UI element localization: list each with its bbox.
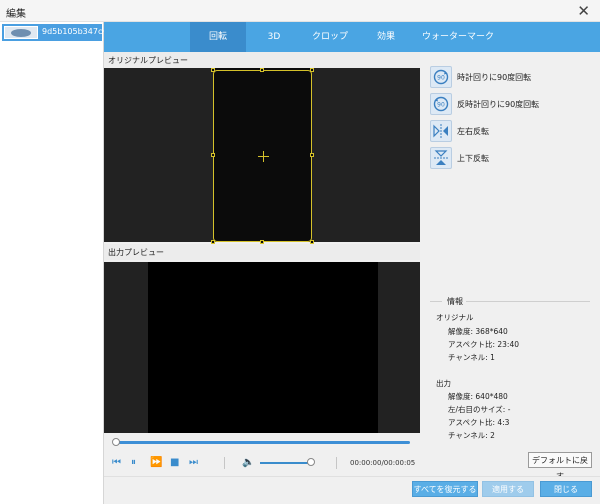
title-bar: 編集 ✕ <box>0 0 600 22</box>
crop-handle[interactable] <box>211 68 215 72</box>
original-info-title: オリジナル <box>436 313 474 322</box>
rotate-clockwise-label: 時計回りに90度回転 <box>457 73 532 82</box>
rotate-clockwise-button[interactable]: 90 時計回りに90度回転 <box>430 66 590 88</box>
file-list-item[interactable]: 9d5b105b347c··· <box>2 24 110 41</box>
info-section-header: 情報 <box>430 296 590 307</box>
volume-icon[interactable]: 🔈 <box>242 457 254 469</box>
player-controls: ⏮ ⏸ ⏩ ■ ⏭ 🔈 00:00:00/00:00:05 <box>104 451 420 475</box>
original-resolution: 解像度: 368*640 <box>448 327 508 336</box>
info-heading: 情報 <box>444 296 466 307</box>
flip-horizontal-icon <box>430 120 452 142</box>
crop-handle[interactable] <box>310 68 314 72</box>
rotate-counterclockwise-button[interactable]: 90 反時計回りに90度回転 <box>430 93 590 115</box>
file-name: 9d5b105b347c··· <box>42 27 110 36</box>
window-title: 編集 <box>6 9 26 20</box>
skip-forward-icon[interactable]: ⏭ <box>189 457 198 469</box>
restore-all-button[interactable]: すべてを復元する <box>412 481 478 497</box>
tab-3d[interactable]: 3D <box>246 22 302 52</box>
rotate-clockwise-icon: 90 <box>430 66 452 88</box>
right-panel: 90 時計回りに90度回転 90 反時計回りに90度回転 左右反転 上下反転 情… <box>420 52 600 476</box>
output-preview-label: 出力プレビュー <box>104 244 420 260</box>
tab-rotate[interactable]: 回転 <box>190 22 246 52</box>
flip-vertical-icon <box>430 147 452 169</box>
crop-handle[interactable] <box>260 68 264 72</box>
seek-bar[interactable] <box>104 433 420 451</box>
crop-handle[interactable] <box>310 153 314 157</box>
seek-handle[interactable] <box>112 438 120 446</box>
stop-icon[interactable]: ■ <box>170 457 179 469</box>
output-video-frame <box>148 262 378 433</box>
skip-back-icon[interactable]: ⏮ <box>112 457 121 469</box>
volume-slider[interactable] <box>260 462 314 464</box>
pause-icon[interactable]: ⏸ <box>131 457 136 469</box>
output-aspect-ratio: アスペクト比: 4:3 <box>448 418 510 427</box>
close-icon[interactable]: ✕ <box>577 2 590 20</box>
close-button[interactable]: 閉じる <box>540 481 592 497</box>
tab-crop[interactable]: クロップ <box>302 22 358 52</box>
crop-handle[interactable] <box>211 153 215 157</box>
original-aspect-ratio: アスペクト比: 23:40 <box>448 340 519 349</box>
svg-text:90: 90 <box>437 102 445 109</box>
flip-vertical-label: 上下反転 <box>457 154 489 163</box>
crop-frame[interactable] <box>211 68 314 244</box>
flip-vertical-button[interactable]: 上下反転 <box>430 147 590 169</box>
tab-effects[interactable]: 効果 <box>358 22 414 52</box>
output-info-title: 出力 <box>436 379 451 388</box>
rotate-counterclockwise-icon: 90 <box>430 93 452 115</box>
tab-bar: 回転 3D クロップ 効果 ウォーターマーク <box>104 22 600 52</box>
flip-horizontal-label: 左右反転 <box>457 127 489 136</box>
output-side-size: 左/右目のサイズ: - <box>448 405 511 414</box>
output-resolution: 解像度: 640*480 <box>448 392 508 401</box>
original-preview-label: オリジナルプレビュー <box>104 52 420 68</box>
original-preview <box>104 68 420 244</box>
apply-button[interactable]: 適用する <box>482 481 534 497</box>
reset-default-button[interactable]: デフォルトに戻す <box>528 452 592 481</box>
time-display: 00:00:00/00:00:05 <box>350 459 416 467</box>
output-channels: チャンネル: 2 <box>448 431 495 440</box>
file-list: 9d5b105b347c··· <box>0 22 110 504</box>
original-channels: チャンネル: 1 <box>448 353 495 362</box>
rotate-counterclockwise-label: 反時計回りに90度回転 <box>457 100 540 109</box>
output-preview <box>104 262 420 433</box>
fast-forward-icon[interactable]: ⏩ <box>150 457 162 469</box>
video-thumbnail <box>4 26 38 39</box>
volume-handle[interactable] <box>307 458 316 466</box>
tab-watermark[interactable]: ウォーターマーク <box>414 22 502 52</box>
flip-horizontal-button[interactable]: 左右反転 <box>430 120 590 142</box>
svg-text:90: 90 <box>437 75 445 82</box>
